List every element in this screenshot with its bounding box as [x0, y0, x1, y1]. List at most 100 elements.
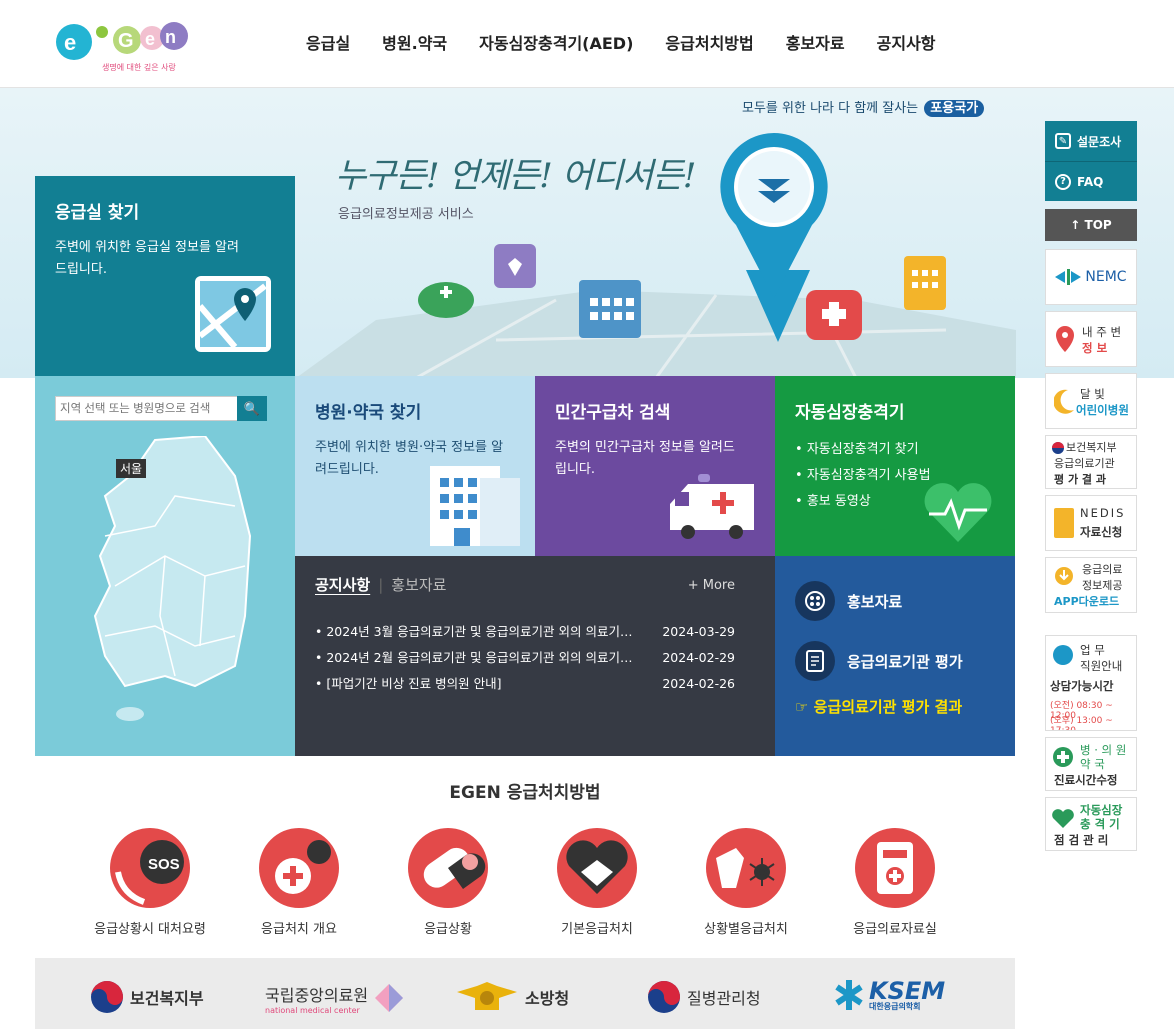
plus-circle-icon — [1053, 747, 1073, 767]
aed-tile-title: 자동심장충격기 — [795, 403, 905, 423]
hospital-building-icon — [430, 466, 520, 546]
hospital-icon — [579, 280, 641, 338]
first-aid-item[interactable]: 응급의료자료실 — [825, 828, 965, 937]
mohw-logo[interactable]: 보건복지부 — [90, 980, 204, 1014]
promo-panel: 홍보자료 응급의료기관 평가 ☞ 응급의료기관 평가 결과 — [775, 556, 1015, 756]
korea-map[interactable] — [85, 436, 255, 726]
promo-material-link[interactable]: 홍보자료 — [795, 580, 995, 622]
ambulance-tile-title: 민간구급차 검색 — [555, 403, 671, 423]
list-item[interactable]: • [파업기간 비상 진료 병의원 안내] 2024-02-26 — [315, 671, 755, 697]
more-link[interactable]: + More — [688, 578, 735, 593]
ksem-logo[interactable]: KSEM 대한응급의학회 — [835, 978, 945, 1012]
hero-pin-icon — [720, 133, 828, 298]
tab-notice[interactable]: 공지사항 — [315, 574, 370, 595]
nav-hospital-pharmacy[interactable]: 병원.약국 — [366, 30, 463, 54]
pencil-icon: ✎ — [1055, 133, 1071, 149]
survey-button[interactable]: ✎ 설문조사 — [1045, 121, 1137, 161]
map-pin-icon — [195, 276, 271, 352]
diamond-icon — [375, 984, 403, 1012]
nav-first-aid[interactable]: 응급처치방법 — [649, 30, 769, 54]
fire-agency-logo[interactable]: 소방청 — [455, 980, 569, 1014]
first-aid-item[interactable]: 응급처치 개요 — [229, 828, 369, 937]
moonlight-hospital-link[interactable]: 달 빛 어린이병원 — [1045, 373, 1137, 429]
nedis-link[interactable]: NEDIS 자료신청 — [1045, 495, 1137, 551]
slogan: 모두를 위한 나라 다 함께 잘사는 포용국가 — [742, 97, 985, 117]
korea-map-panel: 🔍 서울 — [35, 376, 295, 756]
taeguk-icon — [1052, 442, 1064, 454]
faq-button[interactable]: ? FAQ — [1045, 161, 1137, 201]
search-button[interactable]: 🔍 — [237, 396, 267, 421]
nav-aed[interactable]: 자동심장충격기(AED) — [463, 30, 649, 54]
site-header: e G e n 생명에 대한 깊은 사랑 응급실 병원.약국 자동심장충격기(A… — [0, 0, 1174, 88]
first-aid-item[interactable]: 상황별응급처치 — [676, 828, 816, 937]
heart-pulse-icon — [1052, 809, 1074, 828]
pharmacy-icon — [418, 282, 474, 318]
nedis-icon — [1054, 508, 1074, 538]
kdca-logo[interactable]: 질병관리청 — [647, 980, 761, 1014]
nav-promo[interactable]: 홍보자료 — [770, 30, 861, 54]
notice-board: 공지사항 | 홍보자료 + More • 2024년 3월 응급의료기관 및 응… — [295, 556, 775, 756]
nmc-logo[interactable]: 국립중앙의료원 national medical center — [265, 982, 368, 1015]
seoul-label[interactable]: 서울 — [116, 459, 147, 478]
building-icon — [904, 256, 946, 310]
chat-icon — [1053, 645, 1073, 665]
staff-guide-link[interactable]: 업 무 직원안내 상담가능시간 (오전) 08:30 ~ 12:00 (오후) … — [1045, 635, 1137, 731]
pill-icon — [408, 828, 488, 908]
first-aid-item[interactable]: 응급상황 — [378, 828, 518, 937]
gear-cross-icon — [259, 828, 339, 908]
question-icon: ? — [1055, 173, 1071, 190]
svg-text:SOS: SOS — [148, 856, 180, 873]
nav-notice[interactable]: 공지사항 — [861, 30, 952, 54]
nearby-info-link[interactable]: 내 주 변 정 보 — [1045, 311, 1137, 367]
star-of-life-icon — [835, 980, 863, 1010]
top-button[interactable]: ↑ TOP — [1045, 209, 1137, 241]
map-search: 🔍 — [55, 396, 267, 421]
document-icon — [795, 641, 835, 681]
aed-check-link[interactable]: 자동심장 충 격 기 점 검 관 리 — [1045, 797, 1137, 851]
aed-find-link[interactable]: • 자동심장충격기 찾기 — [795, 437, 995, 463]
nemc-icon — [1055, 269, 1082, 285]
svg-text:e: e — [145, 29, 155, 49]
app-download-link[interactable]: 응급의료 정보제공 APP다운로드 — [1045, 557, 1137, 613]
search-icon: 🔍 — [243, 400, 261, 416]
taeguk-icon — [648, 981, 680, 1013]
medical-kit-icon — [855, 828, 935, 908]
egen-logo[interactable]: e G e n 생명에 대한 깊은 사랑 — [52, 14, 192, 76]
dog-spider-icon — [706, 828, 786, 908]
hospital-finder-tile[interactable]: 병원·약국 찾기 주변에 위치한 병원·약국 정보를 알려드립니다. — [295, 376, 535, 556]
first-aid-item[interactable]: SOS 응급상황시 대처요령 — [80, 828, 220, 937]
notice-list: • 2024년 3월 응급의료기관 및 응급의료기관 외의 의료기관 응급의료 … — [315, 619, 755, 697]
heart-pulse-icon — [924, 483, 992, 542]
slogan-badge: 포용국가 — [924, 100, 985, 117]
nav-emergency-room[interactable]: 응급실 — [290, 30, 366, 54]
map-search-input[interactable] — [55, 396, 237, 421]
nemc-link[interactable]: NEMC — [1045, 249, 1137, 305]
evaluation-link[interactable]: 응급의료기관 평가 — [795, 640, 995, 682]
aed-tile[interactable]: 자동심장충격기 • 자동심장충격기 찾기 • 자동심장충격기 사용법 • 홍보 … — [775, 376, 1015, 556]
partner-logos: 보건복지부 국립중앙의료원 national medical center 소방… — [35, 958, 1015, 1029]
download-icon — [1055, 567, 1073, 585]
er-finder-title: 응급실 찾기 — [55, 203, 140, 223]
main-nav: 응급실 병원.약국 자동심장충격기(AED) 응급처치방법 홍보자료 공지사항 — [290, 30, 952, 54]
first-aid-item[interactable]: 기본응급처치 — [527, 828, 667, 937]
film-reel-icon — [795, 581, 835, 621]
ambulance-search-tile[interactable]: 민간구급차 검색 주변의 민간구급차 정보를 알려드립니다. — [535, 376, 775, 556]
quick-menu: ✎ 설문조사 ? FAQ ↑ TOP NEMC 내 주 변 정 보 달 빛 어린이병… — [1045, 121, 1137, 857]
moon-icon — [1054, 389, 1074, 414]
hospital-tile-title: 병원·약국 찾기 — [315, 403, 422, 423]
evaluation-result-link[interactable]: ☞ 응급의료기관 평가 결과 — [795, 696, 995, 717]
first-aid-list: SOS 응급상황시 대처요령 응급처치 개요 응급상황 기본응급처치 상황별응급… — [80, 828, 980, 938]
list-item[interactable]: • 2024년 2월 응급의료기관 및 응급의료기관 외의 의료기관 응급의료 … — [315, 645, 755, 671]
evaluation-result-link[interactable]: 보건복지부 응급의료기관 평 가 결 과 — [1045, 435, 1137, 489]
hours-edit-link[interactable]: 병 · 의 원 약 국 진료시간수정 — [1045, 737, 1137, 791]
svg-text:n: n — [165, 27, 176, 47]
er-finder-card[interactable]: 응급실 찾기 주변에 위치한 응급실 정보를 알려드립니다. — [35, 176, 295, 379]
hero-subtitle: 응급의료정보제공 서비스 — [338, 207, 474, 222]
tab-promo[interactable]: 홍보자료 — [391, 574, 446, 595]
svg-text:G: G — [118, 30, 134, 52]
hero-map-illustration — [296, 244, 1016, 378]
hero-title: 누구든! 언제든! 어디서든! — [335, 156, 696, 196]
list-item[interactable]: • 2024년 3월 응급의료기관 및 응급의료기관 외의 의료기관 응급의료 … — [315, 619, 755, 645]
tab-divider: | — [378, 575, 384, 594]
svg-text:e: e — [64, 30, 76, 55]
